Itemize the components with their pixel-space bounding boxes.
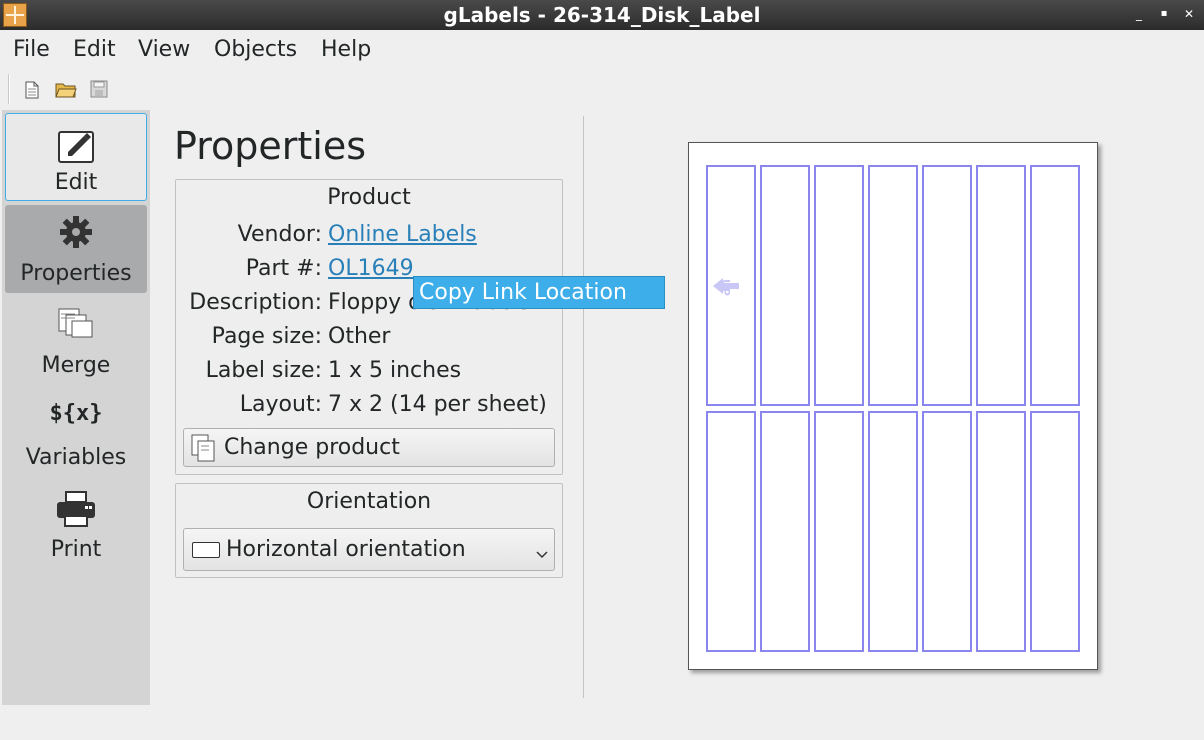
up-label: UP [719, 279, 732, 296]
label-cell [976, 411, 1026, 652]
copy-link-location-menu-item[interactable]: Copy Link Location [413, 276, 665, 309]
menu-edit[interactable]: Edit [73, 37, 116, 62]
window-title: gLabels - 26-314_Disk_Label [443, 3, 761, 27]
menu-help[interactable]: Help [321, 37, 371, 62]
printer-icon [56, 491, 96, 533]
save-icon[interactable] [90, 80, 110, 100]
merge-icon [56, 307, 96, 347]
change-product-icon [191, 434, 217, 468]
part-label: Part #: [245, 256, 322, 281]
label-cell [868, 411, 918, 652]
toolbar [2, 70, 1202, 110]
panel-divider[interactable] [583, 116, 584, 698]
label-cell [814, 165, 864, 406]
vendor-label: Vendor: [237, 222, 322, 247]
change-product-label: Change product [224, 435, 400, 460]
landscape-page-icon [192, 542, 220, 558]
gear-icon [59, 215, 93, 253]
label-cell [1030, 165, 1080, 406]
sidebar-item-label: Merge [41, 353, 111, 378]
part-link[interactable]: OL1649 [328, 256, 414, 281]
product-group-title: Product [327, 185, 411, 210]
minimize-button[interactable]: _ [1131, 6, 1147, 22]
label-cell [868, 165, 918, 406]
layout-label: Layout: [239, 392, 322, 417]
menu-objects[interactable]: Objects [214, 37, 297, 62]
new-document-icon[interactable] [22, 80, 42, 100]
label-cell [706, 411, 756, 652]
sidebar-item-merge[interactable]: Merge [5, 297, 147, 385]
window-titlebar: gLabels - 26-314_Disk_Label _ ▪ ✕ [0, 0, 1204, 30]
sidebar-item-edit[interactable]: Edit [5, 113, 147, 201]
label-cell [760, 411, 810, 652]
label-sheet-preview: UP [688, 142, 1098, 670]
sidebar-item-label: Edit [54, 170, 98, 195]
mode-sidebar: Edit Properties Merge ${x} Variables Pri… [2, 110, 150, 705]
page-size-value: Other [328, 324, 391, 349]
toolbar-grip[interactable] [8, 74, 10, 104]
orientation-select[interactable]: Horizontal orientation [183, 528, 555, 571]
orientation-select-value: Horizontal orientation [226, 537, 466, 562]
maximize-button[interactable]: ▪ [1156, 6, 1172, 22]
open-folder-icon[interactable] [55, 80, 77, 100]
label-cell [922, 165, 972, 406]
sidebar-item-label: Variables [25, 445, 127, 470]
orientation-group: Orientation Horizontal orientation [175, 483, 563, 578]
sidebar-item-variables[interactable]: ${x} Variables [5, 389, 147, 477]
menu-view[interactable]: View [138, 37, 190, 62]
product-group: Product Vendor: Online Labels Part #: OL… [175, 179, 563, 475]
sidebar-item-label: Properties [20, 261, 132, 286]
page-title: Properties [174, 124, 367, 168]
up-arrow-icon [711, 275, 755, 301]
sidebar-item-print[interactable]: Print [5, 481, 147, 569]
label-cell [814, 411, 864, 652]
label-cell [976, 165, 1026, 406]
label-cell [1030, 411, 1080, 652]
sidebar-item-label: Print [50, 537, 102, 562]
change-product-button[interactable]: Change product [183, 428, 555, 467]
label-cell [922, 411, 972, 652]
layout-value: 7 x 2 (14 per sheet) [328, 392, 547, 417]
description-label: Description: [189, 290, 322, 315]
close-button[interactable]: ✕ [1181, 6, 1197, 22]
label-size-label: Label size: [205, 358, 322, 383]
menu-file[interactable]: File [13, 37, 50, 62]
orientation-group-title: Orientation [306, 489, 432, 514]
variables-icon: ${x} [49, 401, 103, 426]
sidebar-item-properties[interactable]: Properties [5, 205, 147, 293]
chevron-down-icon [536, 541, 548, 566]
vendor-link[interactable]: Online Labels [328, 222, 477, 247]
menubar: File Edit View Objects Help [2, 30, 1202, 70]
label-size-value: 1 x 5 inches [328, 358, 462, 383]
label-cell [760, 165, 810, 406]
edit-icon [56, 124, 96, 168]
page-size-label: Page size: [211, 324, 322, 349]
